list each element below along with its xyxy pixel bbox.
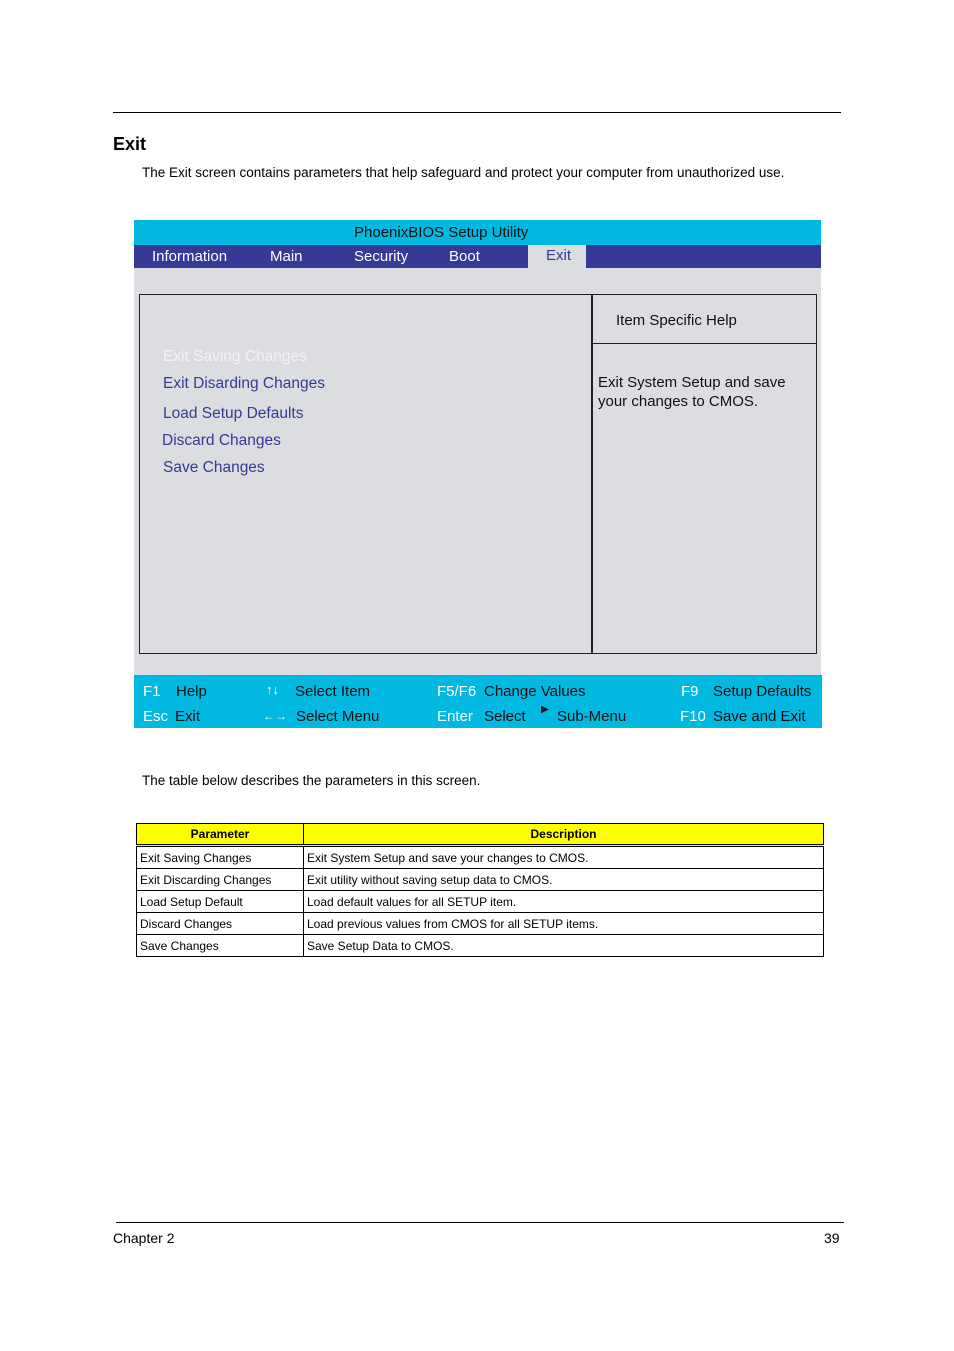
key-f10: F10 <box>680 708 706 725</box>
help-header: Item Specific Help <box>592 295 816 344</box>
table-row: Discard Changes Load previous values fro… <box>136 912 824 935</box>
up-down-arrows-icon: ↑↓ <box>266 682 279 697</box>
parameter-table: Parameter Description Exit Saving Change… <box>136 823 824 957</box>
key-f1: F1 <box>143 683 161 700</box>
row-description: Exit utility without saving setup data t… <box>303 868 824 891</box>
key-leftright-action: Select Menu <box>296 708 380 725</box>
bios-title: PhoenixBIOS Setup Utility <box>354 224 529 241</box>
key-f10-action: Save and Exit <box>713 708 806 725</box>
key-legend: F1 Help Esc Exit ↑↓ Select Item ←→ Selec… <box>134 675 822 728</box>
key-f9-action: Setup Defaults <box>713 683 812 700</box>
options-pane: Exit Saving Changes Exit Disarding Chang… <box>139 294 593 654</box>
row-parameter: Save Changes <box>136 934 304 957</box>
row-parameter: Discard Changes <box>136 912 304 935</box>
menu-tab-information[interactable]: Information <box>152 248 227 265</box>
bios-title-bar: PhoenixBIOS Setup Utility <box>134 220 821 245</box>
key-f1-action: Help <box>176 683 207 700</box>
row-description: Save Setup Data to CMOS. <box>303 934 824 957</box>
bios-screen: PhoenixBIOS Setup Utility Information Ma… <box>134 220 822 728</box>
table-row: Exit Saving Changes Exit System Setup an… <box>136 845 824 869</box>
intro-paragraph: The Exit screen contains parameters that… <box>142 165 785 180</box>
key-esc: Esc <box>143 708 169 725</box>
submenu-triangle-icon: ▶ <box>541 704 549 715</box>
section-title: Exit <box>113 134 147 154</box>
key-enter: Enter <box>437 708 473 725</box>
row-description: Exit System Setup and save your changes … <box>303 845 824 869</box>
chapter-label: Chapter 2 <box>113 1230 175 1246</box>
left-right-arrows-icon: ←→ <box>263 709 287 723</box>
row-description: Load default values for all SETUP item. <box>303 890 824 913</box>
page-number: 39 <box>824 1230 840 1246</box>
row-parameter: Exit Saving Changes <box>136 845 304 869</box>
menu-tab-boot[interactable]: Boot <box>449 248 480 265</box>
help-heading: Item Specific Help <box>616 312 737 329</box>
option-exit-discarding-changes[interactable]: Exit Disarding Changes <box>163 375 325 393</box>
header-description: Description <box>303 823 824 847</box>
option-load-setup-defaults[interactable]: Load Setup Defaults <box>163 405 303 423</box>
key-esc-action: Exit <box>175 708 201 725</box>
footer-rule <box>116 1222 844 1223</box>
key-f5f6-action: Change Values <box>484 683 586 700</box>
key-f5f6: F5/F6 <box>437 683 477 700</box>
bios-menubar: Information Main Security Boot Exit <box>134 245 821 268</box>
table-intro: The table below describes the parameters… <box>142 773 481 788</box>
help-pane: Item Specific Help Exit System Setup and… <box>591 294 817 654</box>
row-parameter: Load Setup Default <box>136 890 304 913</box>
row-description: Load previous values from CMOS for all S… <box>303 912 824 935</box>
option-save-changes[interactable]: Save Changes <box>163 459 265 477</box>
option-exit-saving-changes[interactable]: Exit Saving Changes <box>163 348 307 366</box>
header-parameter: Parameter <box>136 823 304 847</box>
row-parameter: Exit Discarding Changes <box>136 868 304 891</box>
key-enter-action: Select <box>484 708 526 725</box>
key-updown-action: Select Item <box>295 683 371 700</box>
table-row: Save Changes Save Setup Data to CMOS. <box>136 934 824 957</box>
key-enter-extra: Sub-Menu <box>557 708 627 725</box>
header-rule <box>113 112 841 113</box>
table-row: Load Setup Default Load default values f… <box>136 890 824 913</box>
menu-tab-main[interactable]: Main <box>270 248 303 265</box>
option-discard-changes[interactable]: Discard Changes <box>162 432 281 450</box>
table-header-row: Parameter Description <box>136 823 824 847</box>
help-text: Exit System Setup and save your changes … <box>598 374 786 410</box>
key-f9: F9 <box>681 683 699 700</box>
menu-tab-exit[interactable]: Exit <box>528 245 586 268</box>
table-row: Exit Discarding Changes Exit utility wit… <box>136 868 824 891</box>
menu-tab-security[interactable]: Security <box>354 248 408 265</box>
